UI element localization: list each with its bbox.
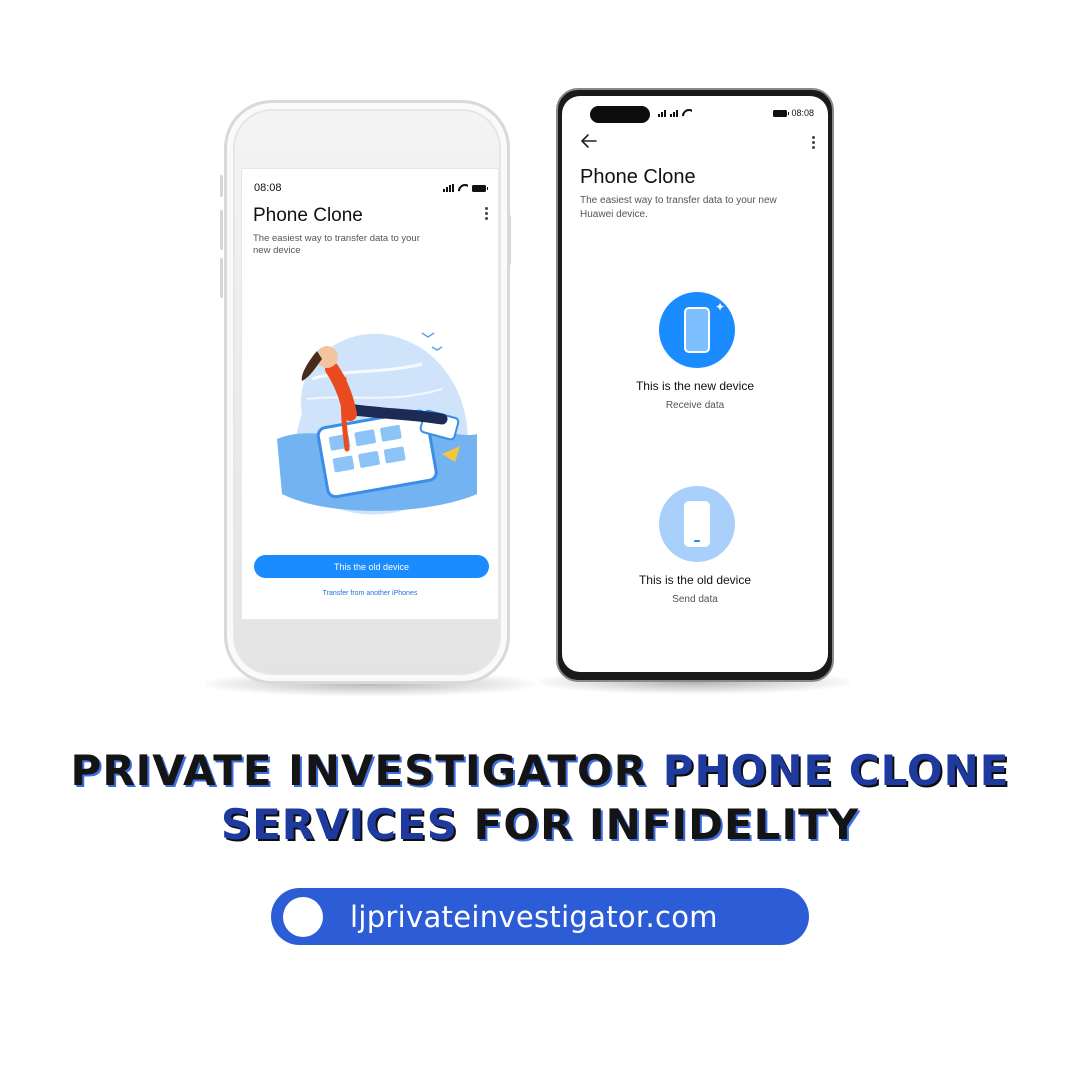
old-device-button[interactable] — [659, 486, 735, 562]
website-url[interactable]: ljprivateinvestigator.com — [350, 900, 718, 934]
old-device-button[interactable]: This the old device — [254, 555, 489, 578]
phone-icon — [684, 501, 710, 547]
signal-icon — [658, 109, 666, 117]
status-bar: 08:08 — [254, 181, 488, 195]
left-phone-mute-switch — [220, 175, 223, 197]
status-bar: 08:08 — [562, 106, 828, 123]
wifi-icon — [682, 109, 692, 117]
yoga-illustration — [277, 332, 477, 515]
back-arrow-icon[interactable] — [580, 132, 598, 150]
signal-icon — [670, 109, 678, 117]
status-time: 08:08 — [791, 108, 814, 118]
punch-hole-camera — [590, 106, 650, 123]
right-phone-screen: 08:08 Phone Clone The easiest way to tra… — [562, 96, 828, 672]
old-device-title: This is the old device — [638, 573, 752, 587]
circle-icon — [283, 896, 323, 937]
left-phone-volume-down — [220, 258, 223, 298]
wifi-icon — [458, 184, 468, 192]
battery-icon — [472, 184, 488, 192]
left-phone-screen: 08:08 Phone Clone The easiest way to tra… — [241, 168, 499, 620]
left-phone-volume-up — [220, 210, 223, 250]
website-pill[interactable]: ljprivateinvestigator.com — [271, 888, 809, 945]
transfer-from-iphone-link[interactable]: Transfer from another iPhones — [242, 590, 498, 597]
left-phone: 08:08 Phone Clone The easiest way to tra… — [224, 100, 510, 684]
new-device-button[interactable]: ✦ — [659, 292, 735, 368]
signal-icon — [443, 184, 454, 192]
app-subtitle: The easiest way to transfer data to your… — [253, 233, 420, 256]
new-device-title: This is the new device — [635, 379, 755, 393]
status-right: 08:08 — [773, 108, 814, 118]
phone-icon — [684, 307, 710, 353]
headline-part-1: PRIVATE INVESTIGATOR — [70, 746, 663, 795]
more-options-icon[interactable] — [485, 207, 488, 222]
app-title: Phone Clone — [253, 205, 363, 226]
app-subtitle: The easiest way to transfer data to your… — [580, 195, 777, 220]
ad-canvas: 08:08 Phone Clone The easiest way to tra… — [0, 0, 1080, 1080]
signal-icons — [658, 109, 692, 117]
status-time: 08:08 — [254, 182, 282, 194]
battery-icon — [773, 109, 790, 117]
more-options-icon[interactable] — [812, 136, 815, 151]
right-phone: 08:08 Phone Clone The easiest way to tra… — [556, 88, 834, 682]
status-icons — [443, 184, 488, 192]
sparkle-icon: ✦ — [714, 300, 725, 314]
old-device-subtitle: Send data — [672, 594, 718, 605]
headline-part-2: FOR INFIDELITY — [458, 800, 860, 849]
headline: PRIVATE INVESTIGATOR PHONE CLONE SERVICE… — [0, 744, 1080, 852]
new-device-subtitle: Receive data — [665, 400, 725, 411]
app-title: Phone Clone — [580, 166, 696, 188]
